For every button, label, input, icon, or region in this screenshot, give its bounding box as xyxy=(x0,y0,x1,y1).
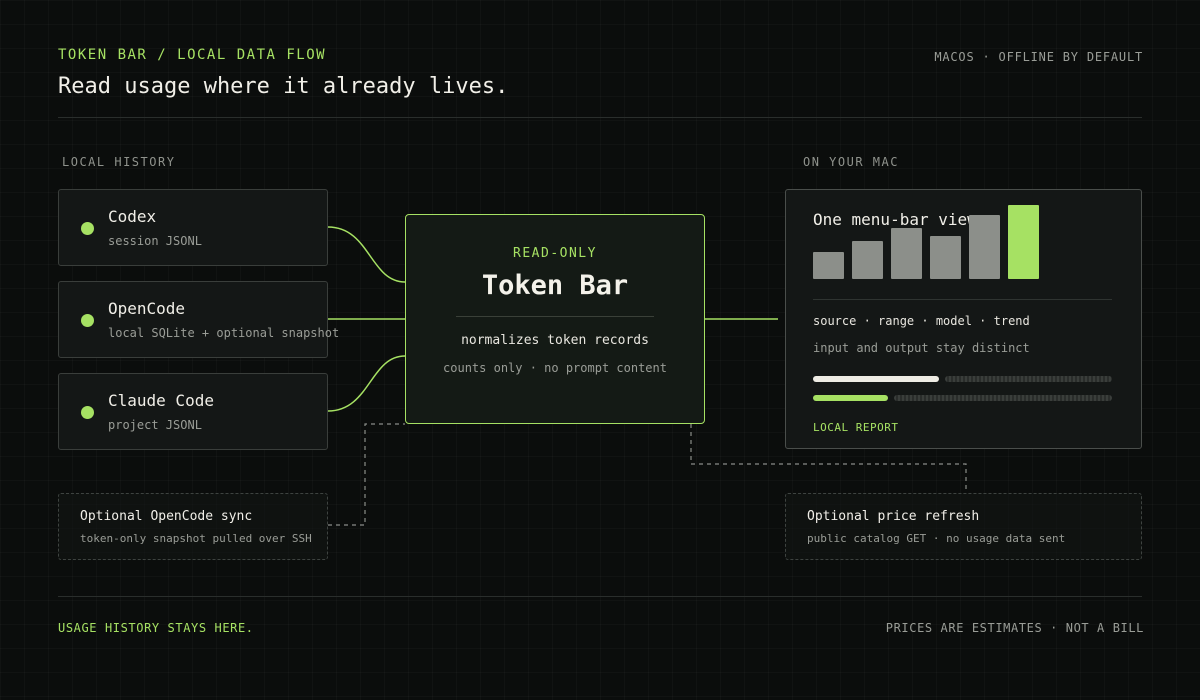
source-detail: project JSONL xyxy=(108,418,202,432)
progress-remainder xyxy=(894,395,1112,401)
optional-price-refresh-box: Optional price refresh public catalog GE… xyxy=(785,493,1142,560)
report-title: One menu-bar view xyxy=(813,210,977,229)
core-note: counts only · no prompt content xyxy=(443,361,667,375)
token-bar-core-card: READ-ONLY Token Bar normalizes token rec… xyxy=(405,214,705,424)
source-name: Claude Code xyxy=(108,391,214,410)
optional-price-title: Optional price refresh xyxy=(807,509,980,524)
sync-dashed-connector xyxy=(328,423,405,526)
status-dot-icon xyxy=(81,406,94,419)
source-card-claude-code: Claude Code project JSONL xyxy=(58,373,328,450)
footer-divider xyxy=(58,596,1142,597)
optional-sync-detail: token-only snapshot pulled over SSH xyxy=(80,532,312,545)
progress-fill xyxy=(813,395,888,401)
footer-note-left: USAGE HISTORY STAYS HERE. xyxy=(58,621,254,635)
footer-note-right: PRICES ARE ESTIMATES · NOT A BILL xyxy=(885,621,1144,635)
codex-connector xyxy=(327,226,406,283)
report-bar xyxy=(891,228,922,279)
progress-fill xyxy=(813,376,939,382)
report-bar xyxy=(852,241,883,279)
status-dot-icon xyxy=(81,314,94,327)
core-title: Token Bar xyxy=(481,270,629,301)
source-name: OpenCode xyxy=(108,299,186,318)
platform-note: MACOS · OFFLINE BY DEFAULT xyxy=(934,50,1143,64)
source-detail: session JSONL xyxy=(108,234,202,248)
status-dot-icon xyxy=(81,222,94,235)
source-detail: local SQLite + optional snapshot xyxy=(108,326,340,340)
source-name: Codex xyxy=(108,207,157,226)
optional-price-detail: public catalog GET · no usage data sent xyxy=(807,532,1066,545)
diagram-kicker: TOKEN BAR / LOCAL DATA FLOW xyxy=(58,47,327,63)
report-bar xyxy=(1008,205,1039,279)
report-bar xyxy=(930,236,961,279)
read-only-badge: READ-ONLY xyxy=(513,246,597,261)
core-divider xyxy=(456,316,654,317)
progress-remainder xyxy=(945,376,1112,382)
on-your-mac-label: ON YOUR MAC xyxy=(803,155,899,169)
report-divider xyxy=(813,299,1112,300)
optional-opencode-sync-box: Optional OpenCode sync token-only snapsh… xyxy=(58,493,328,560)
optional-sync-title: Optional OpenCode sync xyxy=(80,509,253,524)
claude-connector xyxy=(327,355,406,412)
menu-bar-report-card: One menu-bar view source · range · model… xyxy=(785,189,1142,449)
report-dimensions-note: input and output stay distinct xyxy=(813,341,1030,355)
core-description: normalizes token records xyxy=(461,333,649,348)
source-card-codex: Codex session JSONL xyxy=(58,189,328,266)
page-title: Read usage where it already lives. xyxy=(58,74,509,99)
header-divider xyxy=(58,117,1142,118)
report-dimensions: source · range · model · trend xyxy=(813,314,1030,328)
local-report-label: LOCAL REPORT xyxy=(813,421,899,434)
report-bar xyxy=(969,215,1000,279)
local-history-label: LOCAL HISTORY xyxy=(62,155,176,169)
report-bar xyxy=(813,252,844,279)
source-card-opencode: OpenCode local SQLite + optional snapsho… xyxy=(58,281,339,358)
